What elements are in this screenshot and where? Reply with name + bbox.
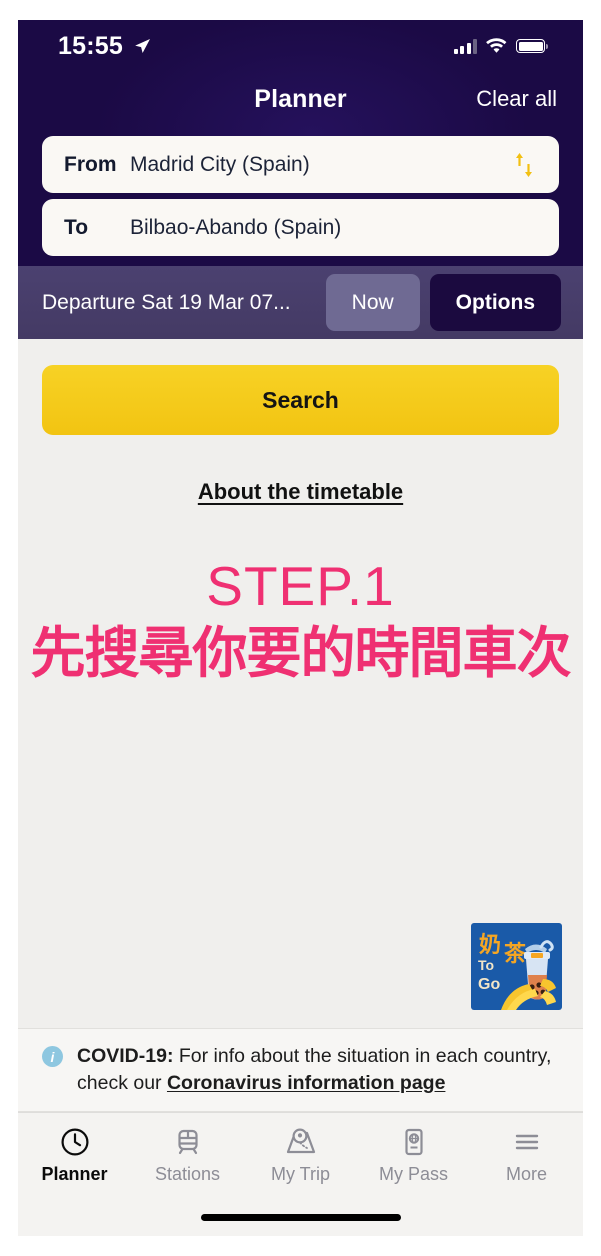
to-label: To: [64, 215, 89, 239]
train-icon: [177, 1129, 198, 1154]
covid-banner-text: COVID-19: For info about the situation i…: [77, 1043, 561, 1097]
milk-tea-to-go-logo: 奶 茶 To Go: [471, 923, 562, 1011]
from-value: Madrid City (Spain): [130, 152, 310, 176]
tab-stations-label: Stations: [154, 1163, 221, 1184]
cellular-signal-icon: [453, 38, 477, 54]
home-indicator-area: [18, 1198, 583, 1236]
svg-text:To: To: [478, 957, 494, 973]
to-field[interactable]: To Bilbao-Abando (Spain): [42, 199, 559, 256]
from-label: From: [64, 152, 117, 176]
svg-text:茶: 茶: [504, 942, 527, 967]
step-title: STEP.1: [206, 555, 395, 617]
to-value: Bilbao-Abando (Spain): [130, 215, 342, 239]
phone-screen: 15:55 Planner Clear all From Madrid City…: [18, 20, 583, 1236]
status-bar-left: 15:55: [58, 32, 152, 61]
search-button[interactable]: Search: [42, 365, 559, 435]
tab-my-trip-label: My Trip: [270, 1163, 330, 1184]
svg-text:奶: 奶: [479, 932, 501, 958]
coronavirus-information-link[interactable]: Coronavirus information page: [167, 1072, 445, 1094]
main-content: Search About the timetable STEP.1 先搜尋你要的…: [18, 339, 583, 1029]
status-bar-right: [453, 38, 548, 54]
tab-more-label: More: [505, 1163, 547, 1184]
departure-bar: Departure Sat 19 Mar 07... Now Options: [18, 266, 583, 339]
tab-planner-label: Planner: [41, 1163, 108, 1184]
departure-datetime[interactable]: Departure Sat 19 Mar 07...: [42, 291, 316, 315]
options-button[interactable]: Options: [429, 274, 561, 331]
status-bar: 15:55: [18, 20, 583, 72]
map-pin-icon: [286, 1127, 315, 1153]
from-field[interactable]: From Madrid City (Spain): [42, 136, 559, 193]
clock-icon: [61, 1128, 88, 1155]
tab-my-pass[interactable]: My Pass: [357, 1127, 470, 1185]
tab-more[interactable]: More: [470, 1127, 583, 1185]
info-circle-icon: i: [42, 1046, 63, 1068]
location-arrow-icon: [135, 39, 150, 53]
swap-vertical-arrows-icon[interactable]: [511, 150, 537, 180]
tab-my-trip[interactable]: My Trip: [244, 1127, 357, 1185]
status-time: 15:55: [58, 31, 123, 60]
passport-icon: [404, 1128, 423, 1155]
svg-text:Go: Go: [478, 976, 500, 993]
battery-full-icon: [516, 39, 548, 53]
home-indicator[interactable]: [200, 1213, 401, 1221]
about-timetable-link[interactable]: About the timetable: [18, 479, 583, 505]
clear-all-button[interactable]: Clear all: [476, 86, 557, 112]
covid-prefix: COVID-19:: [77, 1045, 174, 1068]
bottom-tab-bar: Planner Stations My Trip My Pass More: [18, 1112, 583, 1198]
journey-fields: From Madrid City (Spain) To Bilbao-Aband…: [18, 126, 583, 260]
hamburger-icon: [515, 1134, 538, 1149]
tab-stations[interactable]: Stations: [131, 1127, 244, 1185]
now-button[interactable]: Now: [325, 274, 420, 331]
app-header: 15:55 Planner Clear all From Madrid City…: [18, 20, 583, 266]
wifi-icon: [486, 38, 507, 53]
covid-banner: i COVID-19: For info about the situation…: [18, 1028, 583, 1112]
header-title-row: Planner Clear all: [18, 72, 583, 126]
step-subtitle: 先搜尋你要的時間車次: [30, 621, 571, 684]
tab-planner[interactable]: Planner: [18, 1127, 131, 1185]
page-title: Planner: [254, 84, 347, 113]
tab-my-pass-label: My Pass: [378, 1163, 448, 1184]
